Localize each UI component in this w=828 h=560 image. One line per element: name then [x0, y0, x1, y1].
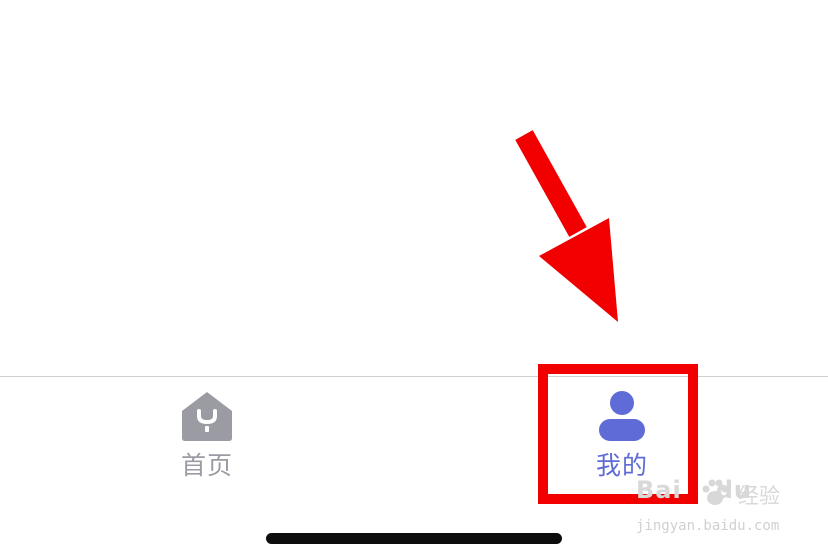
tab-mine[interactable]: 我的 [552, 389, 692, 499]
tab-home-label: 首页 [180, 451, 233, 480]
home-icon [182, 392, 232, 441]
tab-mine-label: 我的 [595, 451, 648, 480]
phone-screen: 首页 我的 Bai du 经验 jingyan.baidu.com [0, 0, 828, 560]
user-icon [599, 391, 645, 441]
tab-home[interactable]: 首页 [137, 389, 277, 499]
blank-content-area [0, 0, 828, 376]
home-indicator [266, 533, 562, 544]
